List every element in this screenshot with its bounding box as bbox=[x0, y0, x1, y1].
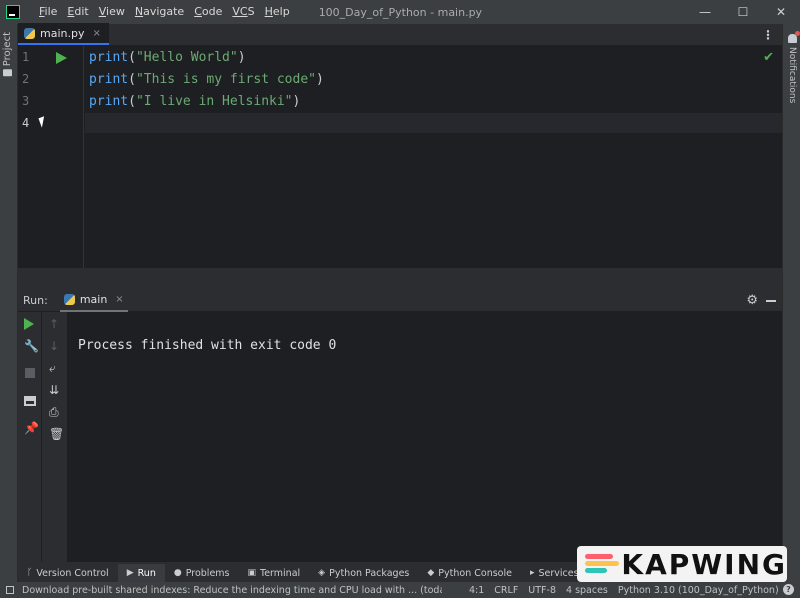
branch-icon: ᚴ bbox=[27, 568, 33, 578]
run-tab-label: main bbox=[79, 293, 108, 306]
window-controls: — ☐ ✕ bbox=[686, 0, 800, 24]
more-options-icon[interactable]: ⋮ bbox=[762, 28, 774, 42]
menu-code[interactable]: Code bbox=[189, 0, 227, 24]
line-number: 2 bbox=[22, 72, 30, 86]
no-problems-check-icon[interactable]: ✔ bbox=[763, 50, 774, 65]
rerun-icon[interactable] bbox=[24, 318, 34, 330]
title-bar: File Edit View Navigate Code VCS Help 10… bbox=[0, 0, 800, 24]
caret-position[interactable]: 4:1 bbox=[464, 585, 489, 596]
help-icon[interactable]: ? bbox=[783, 584, 794, 595]
status-message[interactable]: Download pre-built shared indexes: Reduc… bbox=[22, 585, 442, 596]
scroll-end-icon[interactable]: ⇊ bbox=[49, 384, 59, 396]
tab-python-packages[interactable]: ◈ Python Packages bbox=[309, 564, 418, 582]
menu-bar: File Edit View Navigate Code VCS Help bbox=[34, 0, 295, 24]
wrench-icon[interactable]: 🔧 bbox=[24, 340, 39, 352]
tab-terminal[interactable]: ▣ Terminal bbox=[239, 564, 310, 582]
soft-wrap-icon[interactable]: ⤶ bbox=[49, 362, 56, 374]
folder-icon bbox=[3, 69, 12, 77]
run-tab-main[interactable]: main × bbox=[59, 290, 128, 312]
up-icon[interactable]: ↑ bbox=[49, 318, 59, 330]
menu-navigate[interactable]: Navigate bbox=[130, 0, 189, 24]
run-panel-header: Run: main × ⚙ bbox=[18, 290, 782, 312]
file-encoding[interactable]: UTF-8 bbox=[523, 585, 561, 596]
run-gutter-icon[interactable] bbox=[56, 52, 67, 64]
kapwing-logo-icon bbox=[585, 552, 619, 576]
console-toolbar: ↑ ↓ ⤶ ⇊ ⎙ 🗑 bbox=[42, 312, 68, 562]
python-icon bbox=[63, 294, 75, 305]
watermark-text: KAPWING bbox=[621, 547, 787, 581]
tab-main-py[interactable]: main.py × bbox=[18, 23, 109, 45]
minimize-button[interactable]: — bbox=[686, 0, 724, 24]
menu-edit[interactable]: Edit bbox=[62, 0, 93, 24]
menu-file[interactable]: File bbox=[34, 0, 62, 24]
print-icon[interactable]: ⎙ bbox=[49, 406, 59, 418]
down-icon[interactable]: ↓ bbox=[49, 340, 59, 352]
gear-icon[interactable]: ⚙ bbox=[746, 293, 758, 308]
packages-icon: ◈ bbox=[318, 568, 326, 578]
kapwing-watermark: KAPWING bbox=[577, 546, 787, 582]
menu-help[interactable]: Help bbox=[260, 0, 295, 24]
code-line: print("Hello World") bbox=[89, 50, 246, 65]
current-line-highlight bbox=[85, 113, 782, 133]
indent-setting[interactable]: 4 spaces bbox=[561, 585, 613, 596]
tab-version-control[interactable]: ᚴ Version Control bbox=[18, 564, 118, 582]
bell-icon bbox=[787, 31, 800, 43]
minimize-panel-icon[interactable] bbox=[766, 300, 776, 302]
terminal-icon: ▣ bbox=[247, 568, 257, 578]
notifications-tab-label: Notifications bbox=[787, 47, 797, 104]
services-icon: ▸ bbox=[529, 568, 535, 578]
code-line: print("I live in Helsinki") bbox=[89, 94, 301, 109]
pycharm-logo-icon[interactable] bbox=[6, 5, 20, 19]
play-icon: ▶ bbox=[126, 568, 134, 578]
status-widgets: 4:1 CRLF UTF-8 4 spaces Python 3.10 (100… bbox=[464, 582, 784, 598]
console-output: Process finished with exit code 0 bbox=[78, 338, 337, 353]
line-number: 3 bbox=[22, 94, 30, 108]
menu-view[interactable]: View bbox=[94, 0, 130, 24]
tab-python-console[interactable]: ◆ Python Console bbox=[418, 564, 521, 582]
python-interpreter[interactable]: Python 3.10 (100_Day_of_Python) bbox=[613, 585, 784, 596]
line-number-current: 4 bbox=[22, 116, 30, 130]
editor-gutter: 1 2 3 4 bbox=[18, 46, 84, 268]
right-tool-strip: Notifications bbox=[782, 24, 800, 582]
trash-icon[interactable]: 🗑 bbox=[49, 428, 64, 440]
tab-problems[interactable]: ● Problems bbox=[165, 564, 239, 582]
close-button[interactable]: ✕ bbox=[762, 0, 800, 24]
run-toolbar: 🔧 📌 bbox=[18, 312, 42, 562]
project-tool-tab[interactable]: Project bbox=[2, 32, 13, 77]
window-title: 100_Day_of_Python - main.py bbox=[318, 5, 483, 19]
menu-vcs[interactable]: VCS bbox=[227, 0, 259, 24]
tool-windows-toggle-icon[interactable] bbox=[6, 586, 14, 594]
tab-close-icon[interactable]: × bbox=[92, 28, 100, 39]
maximize-button[interactable]: ☐ bbox=[724, 0, 762, 24]
run-tab-close-icon[interactable]: × bbox=[115, 294, 123, 305]
notifications-tool-tab[interactable]: Notifications bbox=[787, 31, 800, 104]
run-panel-label: Run: bbox=[23, 294, 48, 307]
stop-icon[interactable] bbox=[25, 368, 35, 378]
layout-icon[interactable] bbox=[24, 396, 36, 406]
pin-icon[interactable]: 📌 bbox=[24, 422, 39, 434]
tab-run[interactable]: ▶ Run bbox=[117, 564, 165, 582]
panel-splitter[interactable] bbox=[18, 268, 782, 290]
python-file-icon bbox=[24, 27, 35, 39]
run-console[interactable]: Process finished with exit code 0 bbox=[68, 312, 782, 562]
code-line: print("This is my first code") bbox=[89, 72, 324, 87]
left-tool-strip: Project bbox=[0, 24, 18, 582]
tab-label: main.py bbox=[40, 26, 85, 40]
line-number: 1 bbox=[22, 50, 30, 64]
status-bar: Download pre-built shared indexes: Reduc… bbox=[0, 582, 800, 598]
python-console-icon: ◆ bbox=[427, 568, 435, 578]
problems-icon: ● bbox=[173, 568, 182, 578]
line-separator[interactable]: CRLF bbox=[489, 585, 523, 596]
editor-tab-bar: main.py × ⋮ bbox=[18, 23, 782, 46]
code-editor[interactable]: 1 2 3 4 print("Hello World") print("This… bbox=[18, 46, 782, 268]
project-tab-label: Project bbox=[2, 32, 13, 67]
